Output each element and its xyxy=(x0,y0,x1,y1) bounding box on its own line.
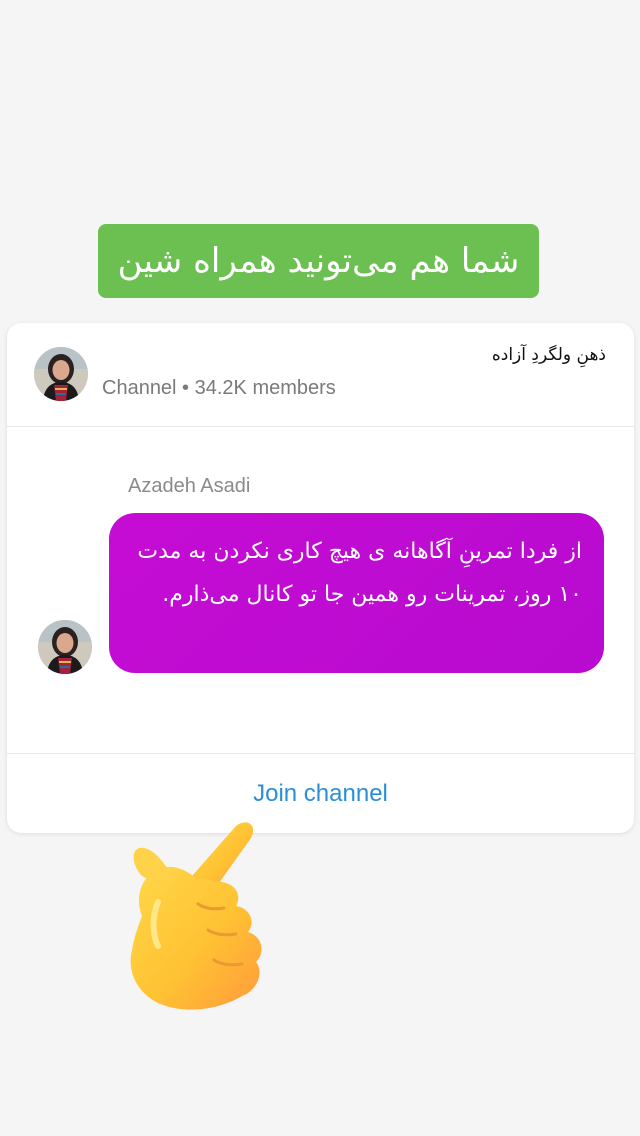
screen: شما هم می‌تونید همراه شین ذهنِ ولگردِ آز… xyxy=(0,0,640,1136)
pointing-hand-icon xyxy=(118,812,283,1017)
join-channel-button[interactable]: Join channel xyxy=(7,754,634,833)
channel-preview-card: ذهنِ ولگردِ آزاده Channel • 34.2K member… xyxy=(7,323,634,833)
promo-banner-text: شما هم می‌تونید همراه شین xyxy=(117,241,520,281)
promo-banner: شما هم می‌تونید همراه شین xyxy=(98,224,539,298)
channel-avatar[interactable] xyxy=(34,347,88,401)
sender-avatar[interactable] xyxy=(38,620,92,674)
channel-title: ذهنِ ولگردِ آزاده xyxy=(491,345,606,365)
message-bubble[interactable]: از فردا تمرینِ آگاهانه ی هیچ کاری نکردن … xyxy=(109,513,604,673)
channel-member-count: Channel • 34.2K members xyxy=(102,377,336,399)
message-sender: Azadeh Asadi xyxy=(128,475,251,497)
channel-header[interactable]: ذهنِ ولگردِ آزاده Channel • 34.2K member… xyxy=(7,323,634,427)
